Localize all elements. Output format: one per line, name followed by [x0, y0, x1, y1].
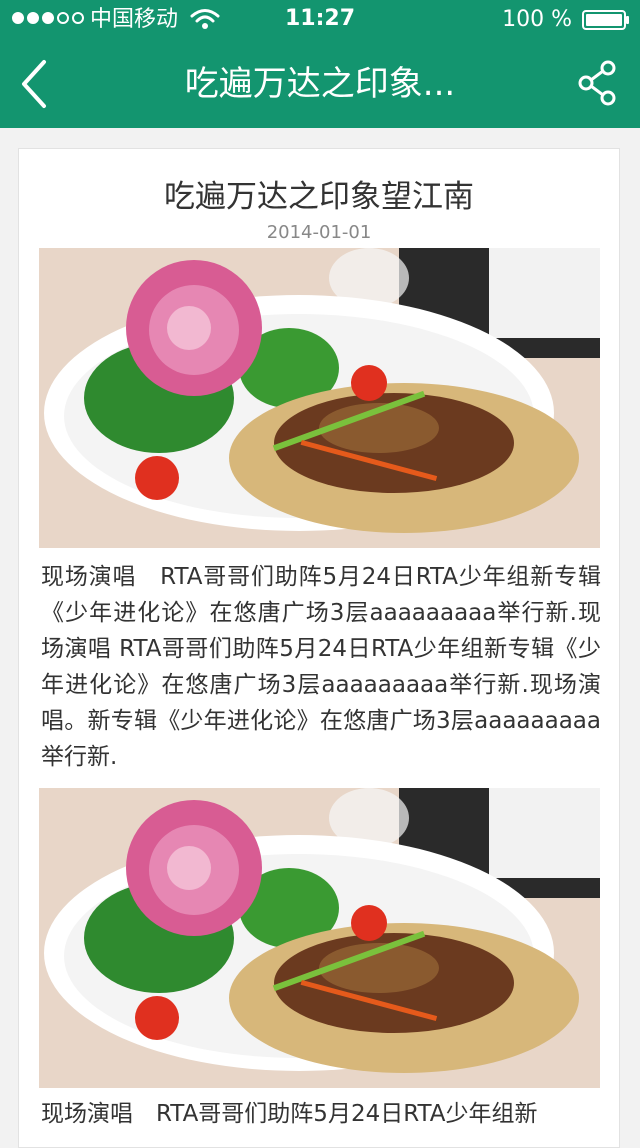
back-icon[interactable] [14, 54, 64, 114]
status-bar: 中国移动 11:27 100 % [0, 0, 640, 40]
nav-bar: 吃遍万达之印象... [0, 40, 640, 128]
article-paragraph: 现场演唱 RTA哥哥们助阵5月24日RTA少年组新 [41, 1101, 538, 1127]
article-card: 吃遍万达之印象望江南 2014-01-01 现场演唱 RTA哥哥们助阵5月24日… [18, 148, 620, 1148]
clock: 11:27 [284, 6, 356, 31]
article-paragraph: 现场演唱 RTA哥哥们助阵5月24日RTA少年组新专辑《少年进化论》在悠唐广场3… [41, 564, 601, 770]
share-icon[interactable] [574, 58, 624, 108]
battery-percent: 100 % [502, 7, 572, 32]
signal-icon [12, 12, 84, 24]
food-photo [39, 248, 600, 548]
article-date: 2014-01-01 [266, 222, 372, 243]
wifi-icon [190, 9, 220, 29]
top-bar: 中国移动 11:27 100 % 吃遍万达之印象... [0, 0, 640, 128]
carrier-name: 中国移动 [90, 7, 179, 32]
page-title: 吃遍万达之印象... [184, 64, 456, 104]
food-photo [39, 788, 600, 1088]
article-title: 吃遍万达之印象望江南 [164, 179, 474, 215]
battery-icon [582, 10, 629, 30]
